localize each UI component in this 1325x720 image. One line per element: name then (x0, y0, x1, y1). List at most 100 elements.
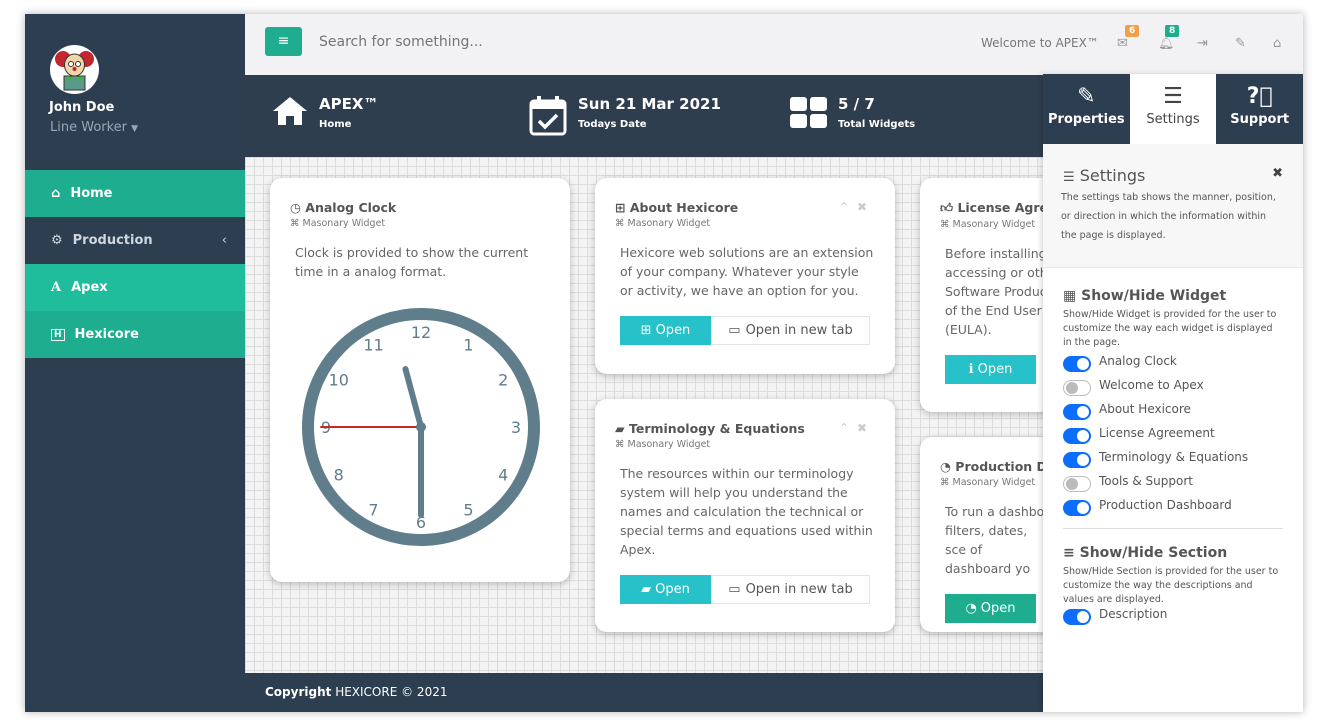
clock-icon: ◷ (290, 200, 301, 215)
section-description: Show/Hide Section is provided for the us… (1063, 566, 1279, 605)
open-button[interactable]: ◔ Open (945, 594, 1036, 623)
sidebar-item-label: Production (72, 233, 153, 248)
toggle-label: Analog Clock (1099, 354, 1177, 368)
toggle-switch[interactable] (1063, 500, 1091, 516)
section-title: Show/Hide Widget (1081, 288, 1227, 304)
sidebar-item-production[interactable]: ⚙ Production ‹ (25, 217, 245, 264)
close-panel-icon[interactable]: ✖ (1272, 166, 1283, 181)
sidebar: John Doe Line Worker ▼ ⌂ Home ⚙ Production… (25, 14, 245, 712)
section-description: Show/Hide Widget is provided for the use… (1063, 309, 1277, 348)
home-icon[interactable]: ⌂ (1273, 36, 1281, 51)
tab-label: Support (1230, 112, 1290, 127)
house-icon (271, 95, 309, 131)
toggle-row[interactable]: License Agreement (1063, 426, 1283, 450)
grid-icon: ▦ (1063, 288, 1077, 304)
footer-copyright: Copyright (265, 685, 332, 699)
header-date: Sun 21 Mar 2021 Todays Date (528, 95, 721, 141)
info-icon: ℹ (968, 362, 974, 377)
avatar[interactable] (50, 45, 99, 94)
mail-badge: 6 (1125, 25, 1140, 37)
widget-terminology: ▰ Terminology & Equations ⌘ Masonary Wid… (595, 399, 895, 632)
toggle-label: Welcome to Apex (1099, 378, 1204, 392)
toggle-row[interactable]: About Hexicore (1063, 402, 1283, 426)
clock-number: 12 (411, 323, 431, 342)
section-title: Show/Hide Section (1079, 545, 1228, 561)
drag-icon: ⌘ (290, 218, 300, 229)
drag-icon: ⌘ (940, 219, 950, 230)
tab-properties[interactable]: ✎ Properties (1043, 74, 1130, 144)
thumbs-up-icon: 👍︎ (940, 200, 954, 215)
user-role: Line Worker (50, 120, 128, 135)
tab-settings[interactable]: ☰ Settings (1129, 74, 1217, 144)
sidebar-item-hexicore[interactable]: H Hexicore (25, 311, 245, 358)
hexicore-h-icon: H (51, 328, 65, 341)
topbar: ≡ Welcome to APEX™ ✉ 6 🔔︎ 8 ⇥ ✎ ⌂ (245, 14, 1303, 75)
clock-center (416, 422, 426, 432)
question-circle-icon: ?⃝ (1246, 84, 1273, 109)
hamburger-icon: ≡ (277, 33, 290, 49)
toggle-switch[interactable] (1063, 356, 1091, 372)
tab-support[interactable]: ?⃝ Support (1216, 74, 1303, 144)
apex-a-icon: A (51, 280, 62, 295)
toggle-row[interactable]: Welcome to Apex (1063, 378, 1283, 402)
menu-toggle-button[interactable]: ≡ (265, 27, 302, 56)
toggle-switch[interactable] (1063, 609, 1091, 625)
header-widgets: 5 / 7 Total Widgets (790, 95, 915, 133)
drag-icon: ⌘ (615, 439, 625, 450)
book-icon: ▰ (615, 421, 625, 436)
widget-title: Production D (955, 459, 1047, 474)
widget-title: Terminology & Equations (628, 421, 805, 436)
toggle-switch[interactable] (1063, 428, 1091, 444)
toggle-switch[interactable] (1063, 476, 1091, 492)
widget-description: Clock is provided to show the current ti… (295, 245, 529, 279)
widget-title: About Hexicore (629, 200, 739, 215)
open-label: Open (980, 601, 1016, 616)
open-new-label: Open in new tab (745, 582, 853, 597)
clock-number: 1 (463, 336, 473, 355)
sliders-icon: ☰ (1163, 84, 1183, 109)
bell-icon[interactable]: 🔔︎ (1158, 36, 1175, 51)
chevron-left-icon: ‹ (221, 233, 227, 248)
clock-number: 2 (498, 371, 508, 390)
app: John Doe Line Worker ▼ ⌂ Home ⚙ Production… (25, 14, 1303, 712)
toggle-row[interactable]: Description (1063, 607, 1283, 631)
caret-down-icon: ▼ (131, 124, 139, 134)
edit-icon: ✎ (1077, 84, 1096, 109)
widget-subtitle: Masonary Widget (627, 439, 711, 450)
close-icon[interactable]: ✖ (857, 200, 875, 214)
open-new-tab-button[interactable]: ▭ Open in new tab (711, 316, 870, 345)
open-button[interactable]: ℹ Open (945, 355, 1036, 384)
open-button[interactable]: ▰ Open (620, 575, 711, 604)
pencil-icon[interactable]: ✎ (1235, 36, 1246, 51)
widget-description: Before installing accessing or oth Softw… (945, 246, 1048, 337)
open-new-label: Open in new tab (745, 323, 853, 338)
sign-out-icon[interactable]: ⇥ (1197, 36, 1208, 51)
toggle-row[interactable]: Terminology & Equations (1063, 450, 1283, 474)
drag-icon: ⌘ (940, 477, 950, 488)
widget-about-hexicore: ⊞ About Hexicore ⌘ Masonary Widget ⌃✖ He… (595, 178, 895, 374)
tab-label: Settings (1146, 112, 1200, 127)
open-button[interactable]: ⊞ Open (620, 316, 711, 345)
toggle-label: Description (1099, 607, 1168, 621)
sidebar-item-home[interactable]: ⌂ Home (25, 170, 245, 217)
home-icon: ⌂ (51, 186, 61, 201)
close-icon[interactable]: ✖ (857, 421, 875, 435)
toggle-switch[interactable] (1063, 404, 1091, 420)
date-title: Sun 21 Mar 2021 (578, 95, 721, 113)
toggle-switch[interactable] (1063, 380, 1091, 396)
calendar-check-icon (528, 95, 568, 141)
user-role-dropdown[interactable]: Line Worker ▼ (50, 120, 138, 135)
toggle-row[interactable]: Production Dashboard (1063, 498, 1283, 522)
footer-text: HEXICORE © 2021 (331, 685, 448, 699)
toggle-row[interactable]: Tools & Support (1063, 474, 1283, 498)
widget-description: Hexicore web solutions are an extension … (620, 245, 874, 298)
sidebar-item-apex[interactable]: A Apex (25, 264, 245, 311)
toggle-row[interactable]: Analog Clock (1063, 354, 1283, 378)
envelope-icon[interactable]: ✉ (1117, 36, 1128, 51)
collapse-icon[interactable]: ⌃ (839, 421, 857, 435)
settings-panel: ✎ Properties ☰ Settings ?⃝ Support ☰ Settin… (1043, 74, 1303, 712)
collapse-icon[interactable]: ⌃ (839, 200, 857, 214)
toggle-switch[interactable] (1063, 452, 1091, 468)
open-new-tab-button[interactable]: ▭ Open in new tab (711, 575, 870, 604)
search-input[interactable] (319, 34, 719, 50)
